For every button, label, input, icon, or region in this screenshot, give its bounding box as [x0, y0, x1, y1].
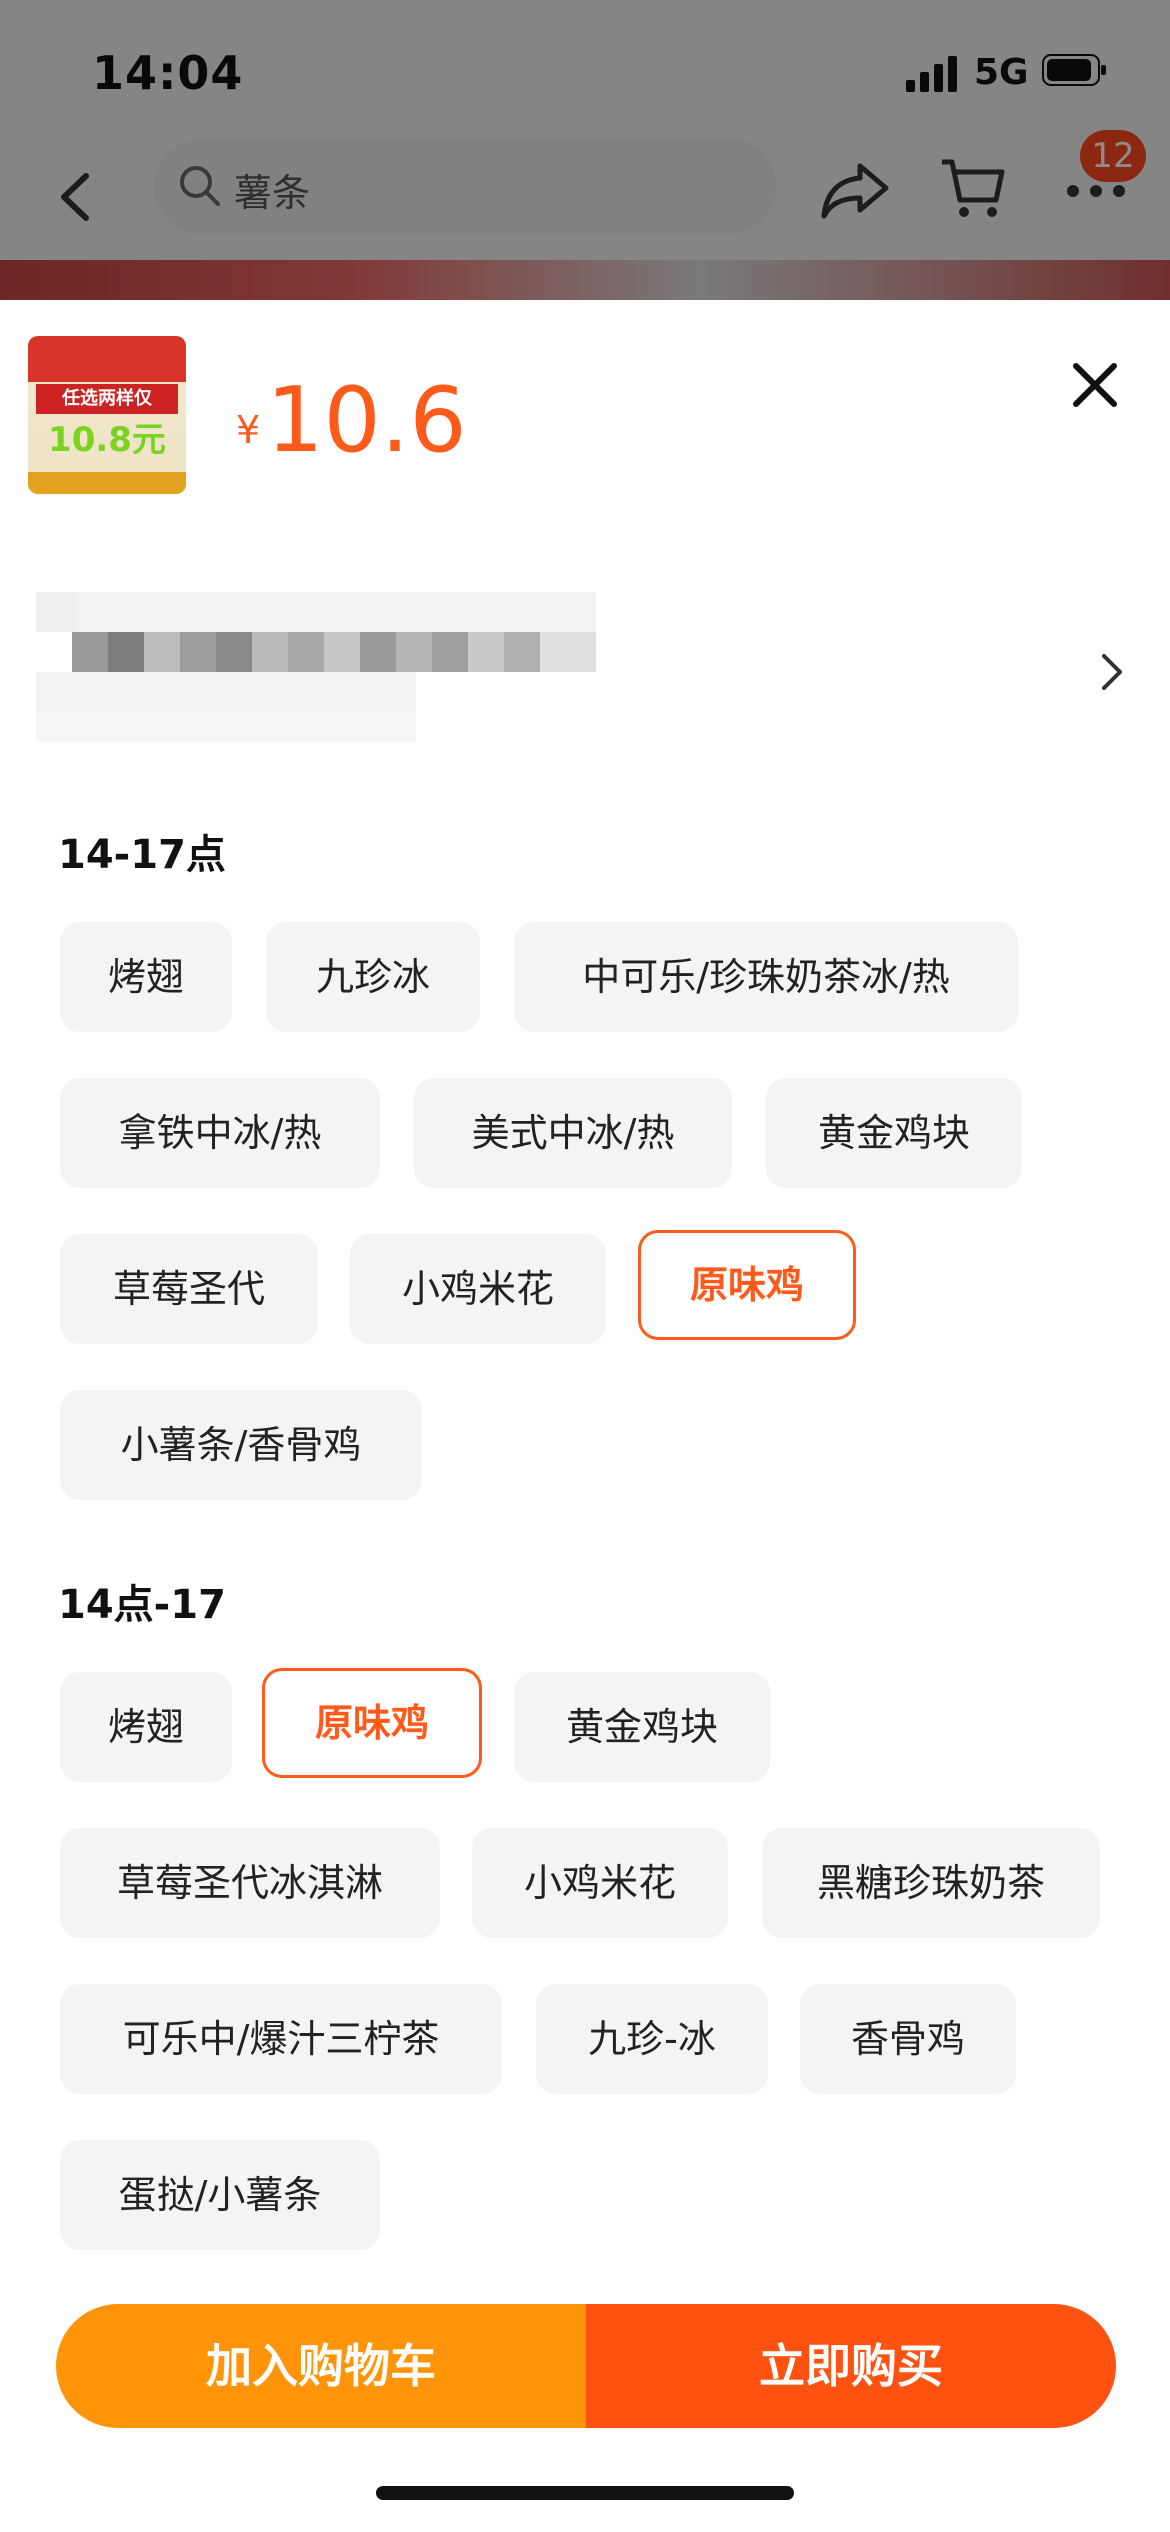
option-chip[interactable]: 草莓圣代冰淇淋	[60, 1828, 440, 1938]
option-chip[interactable]: 草莓圣代	[60, 1234, 318, 1344]
price-value: 10.6	[266, 368, 467, 473]
option-group-title: 14-17点	[58, 832, 226, 878]
home-indicator	[376, 2486, 794, 2500]
option-chip[interactable]: 小鸡米花	[472, 1828, 728, 1938]
option-chip[interactable]: 黄金鸡块	[766, 1078, 1022, 1188]
option-group-title: 14点-17	[58, 1582, 226, 1628]
option-chip[interactable]: 美式中冰/热	[414, 1078, 732, 1188]
thumbnail-header	[28, 336, 186, 382]
option-chip[interactable]: 可乐中/爆汁三柠茶	[60, 1984, 502, 2094]
option-chip[interactable]: 黄金鸡块	[514, 1672, 770, 1782]
option-chip[interactable]: 小薯条/香骨鸡	[60, 1390, 422, 1500]
thumbnail-footer	[28, 472, 186, 494]
option-chip[interactable]: 九珍-冰	[536, 1984, 768, 2094]
price-currency: ¥	[236, 408, 261, 452]
option-chip[interactable]: 烤翅	[60, 922, 232, 1032]
option-chip[interactable]: 蛋挞/小薯条	[60, 2140, 380, 2250]
product-thumbnail: 任选两样仅 10.8元	[28, 336, 186, 494]
background-page: 14:04 5G 薯条 12	[0, 0, 1170, 300]
option-chip[interactable]: 中可乐/珍珠奶茶冰/热	[514, 922, 1018, 1032]
option-chip-selected[interactable]: 原味鸡	[262, 1668, 482, 1778]
option-chip[interactable]: 拿铁中冰/热	[60, 1078, 380, 1188]
thumbnail-price: 10.8元	[48, 420, 166, 460]
buy-now-button[interactable]: 立即购买	[586, 2304, 1116, 2428]
thumbnail-headline: 任选两样仅	[36, 384, 178, 414]
chevron-right-icon[interactable]	[1100, 652, 1124, 692]
overlay-dim[interactable]	[0, 0, 1170, 300]
option-chip[interactable]: 九珍冰	[266, 922, 480, 1032]
option-chip[interactable]: 香骨鸡	[800, 1984, 1016, 2094]
option-chip[interactable]: 烤翅	[60, 1672, 232, 1782]
option-chip[interactable]: 小鸡米花	[350, 1234, 606, 1344]
option-chip[interactable]: 黑糖珍珠奶茶	[762, 1828, 1100, 1938]
add-to-cart-button[interactable]: 加入购物车	[56, 2304, 586, 2428]
sku-selector-sheet: 任选两样仅 10.8元 ¥10.6 14-17点 烤翅 九珍冰 中可乐/珍珠奶茶…	[0, 300, 1170, 2532]
close-icon[interactable]	[1072, 362, 1118, 408]
option-chip-selected[interactable]: 原味鸡	[638, 1230, 856, 1340]
price: ¥10.6	[236, 368, 467, 473]
address-selector[interactable]	[36, 592, 596, 742]
